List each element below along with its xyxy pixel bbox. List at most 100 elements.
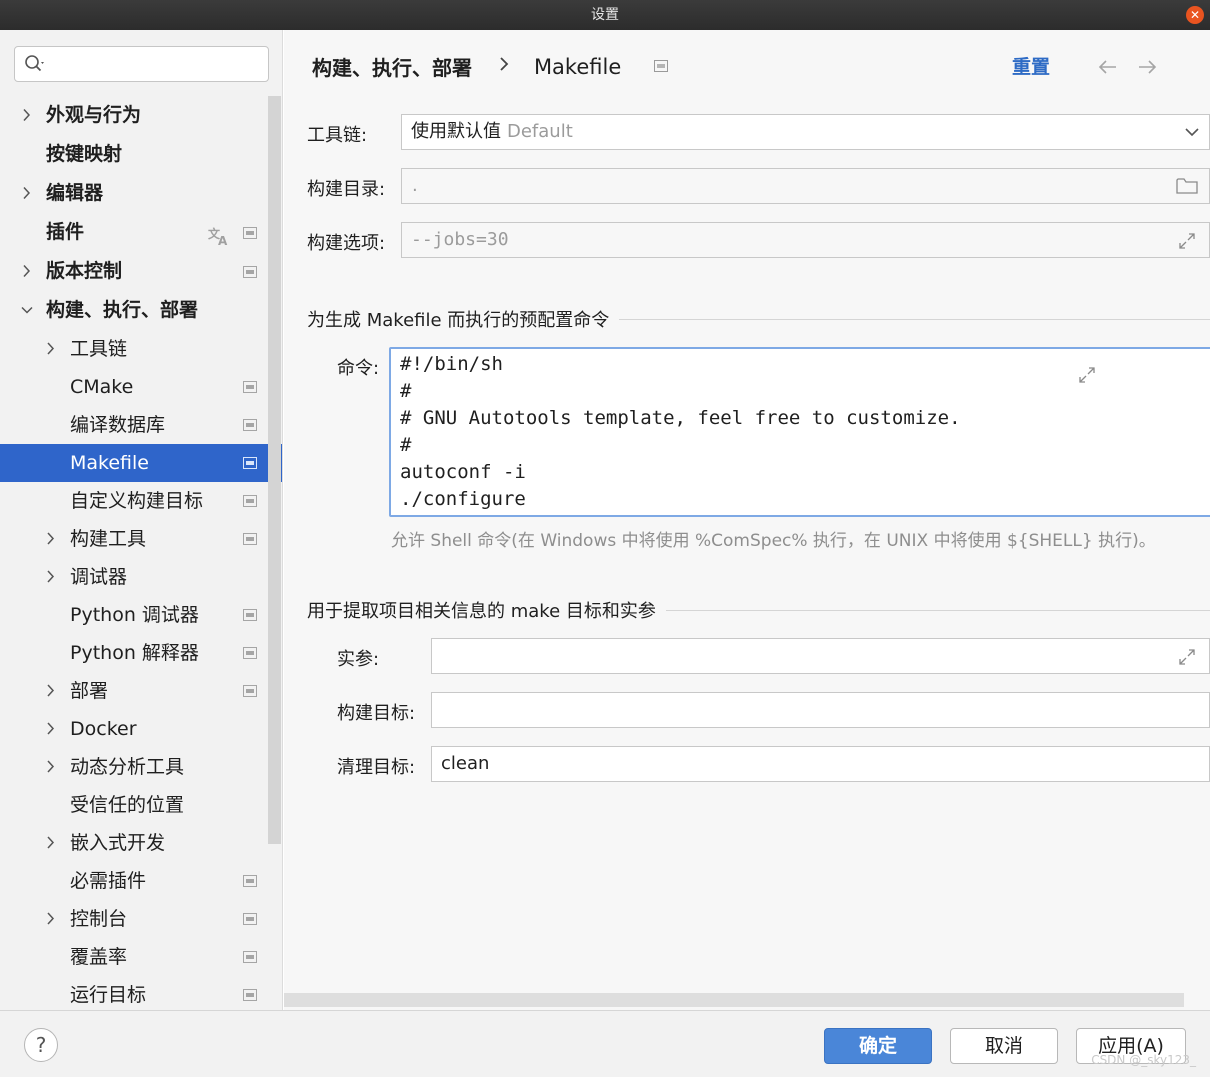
- clean-target-field[interactable]: clean: [431, 746, 1210, 782]
- project-scope-icon: [243, 647, 257, 659]
- back-arrow-icon[interactable]: [1098, 59, 1118, 75]
- help-button[interactable]: ?: [24, 1028, 58, 1062]
- sidebar-item[interactable]: 嵌入式开发: [0, 824, 282, 862]
- build-target-field[interactable]: [431, 692, 1210, 728]
- sidebar-item[interactable]: 覆盖率: [0, 938, 282, 976]
- chevron-right-icon[interactable]: [44, 748, 58, 786]
- command-help-text: 允许 Shell 命令(在 Windows 中将使用 %ComSpec% 执行，…: [391, 531, 1156, 551]
- chevron-down-icon[interactable]: [20, 291, 34, 330]
- sidebar-item[interactable]: 运行目标: [0, 976, 282, 1010]
- chevron-right-icon[interactable]: [44, 900, 58, 938]
- clean-target-value: clean: [441, 753, 490, 774]
- title-bar: 设置 ✕: [0, 0, 1210, 30]
- command-textarea[interactable]: #!/bin/sh # # GNU Autotools template, fe…: [389, 347, 1210, 517]
- chevron-right-icon[interactable]: [44, 558, 58, 596]
- settings-search-input[interactable]: [14, 46, 269, 82]
- sidebar-item[interactable]: 构建工具: [0, 520, 282, 558]
- toolchain-select[interactable]: 使用默认值 Default: [401, 114, 1210, 150]
- sidebar-item[interactable]: 部署: [0, 672, 282, 710]
- project-scope-icon: [654, 60, 669, 72]
- preconfigure-section-title: 为生成 Makefile 而执行的预配置命令: [307, 306, 620, 332]
- chevron-right-icon[interactable]: [20, 252, 34, 291]
- sidebar-item[interactable]: 控制台: [0, 900, 282, 938]
- chevron-right-icon[interactable]: [20, 174, 34, 213]
- command-line: # GNU Autotools template, feel free to c…: [400, 407, 961, 429]
- toolchain-value: 使用默认值: [411, 121, 501, 142]
- sidebar-item[interactable]: 按键映射: [0, 135, 282, 174]
- dialog-footer: ? 确定 取消 应用(A) CSDN @_sky123_: [0, 1010, 1210, 1077]
- chevron-right-icon[interactable]: [44, 710, 58, 748]
- build-dir-label: 构建目录:: [307, 179, 386, 200]
- chevron-right-icon[interactable]: [44, 824, 58, 862]
- sidebar-item-label: 编译数据库: [70, 414, 166, 436]
- sidebar-item[interactable]: Docker: [0, 710, 282, 748]
- sidebar-item-label: Python 调试器: [70, 604, 199, 626]
- sidebar-item[interactable]: 受信任的位置: [0, 786, 282, 824]
- sidebar-scrollbar[interactable]: [268, 96, 281, 844]
- sidebar-item-label: 覆盖率: [70, 946, 128, 968]
- sidebar-item[interactable]: 外观与行为: [0, 96, 282, 135]
- sidebar-item-label: Makefile: [70, 452, 149, 474]
- breadcrumb-parent[interactable]: 构建、执行、部署: [312, 52, 472, 81]
- chevron-right-icon[interactable]: [44, 520, 58, 558]
- sidebar-item[interactable]: 编译数据库: [0, 406, 282, 444]
- command-line: #!/bin/sh: [400, 353, 503, 375]
- project-scope-icon: [243, 913, 257, 925]
- args-field[interactable]: [431, 638, 1210, 674]
- sidebar-item[interactable]: 必需插件: [0, 862, 282, 900]
- sidebar-item-label: 受信任的位置: [70, 794, 185, 816]
- reset-link[interactable]: 重置: [1012, 52, 1050, 79]
- window-title: 设置: [591, 7, 619, 23]
- breadcrumb: 构建、执行、部署 Makefile: [312, 52, 669, 81]
- expand-icon[interactable]: [1077, 365, 1097, 385]
- sidebar-item[interactable]: 编辑器: [0, 174, 282, 213]
- close-window-button[interactable]: ✕: [1186, 6, 1204, 24]
- args-label: 实参:: [337, 649, 380, 670]
- sidebar-item[interactable]: 插件 文 A: [0, 213, 282, 252]
- chevron-right-icon[interactable]: [44, 330, 58, 368]
- content-horizontal-scrollbar[interactable]: [284, 993, 1184, 1007]
- forward-arrow-icon[interactable]: [1137, 59, 1157, 75]
- project-scope-icon: [243, 265, 257, 278]
- sidebar-item[interactable]: Python 调试器: [0, 596, 282, 634]
- settings-tree: 外观与行为 按键映射 编辑器 插件 文 A 版本控制构建、执行、部署工具链 CMake 编译数据…: [0, 96, 282, 1010]
- command-line: #: [400, 380, 412, 402]
- sidebar-item-label: 嵌入式开发: [70, 832, 166, 854]
- sidebar-item[interactable]: 动态分析工具: [0, 748, 282, 786]
- sidebar-item-label: CMake: [70, 376, 134, 398]
- sidebar-item[interactable]: Makefile: [0, 444, 282, 482]
- toolchain-label: 工具链:: [307, 125, 368, 146]
- sidebar-item[interactable]: CMake: [0, 368, 282, 406]
- sidebar-item[interactable]: 自定义构建目标: [0, 482, 282, 520]
- sidebar-item-label: 调试器: [70, 566, 128, 588]
- chevron-right-icon: [500, 57, 509, 71]
- chevron-right-icon[interactable]: [20, 96, 34, 135]
- folder-icon[interactable]: [1176, 177, 1198, 195]
- sidebar-item-label: 控制台: [70, 908, 128, 930]
- settings-content: 构建、执行、部署 Makefile 重置 工具链: 使用默认值 Default 构…: [284, 30, 1210, 1010]
- project-scope-icon: [243, 685, 257, 697]
- sidebar-item-label: 构建、执行、部署: [46, 299, 199, 321]
- project-scope-icon: [243, 226, 257, 239]
- sidebar-item[interactable]: 调试器: [0, 558, 282, 596]
- build-options-placeholder: --jobs=30: [411, 229, 509, 250]
- build-options-label: 构建选项:: [307, 233, 386, 254]
- sidebar-item[interactable]: Python 解释器: [0, 634, 282, 672]
- cancel-button[interactable]: 取消: [950, 1028, 1058, 1064]
- sidebar-item[interactable]: 工具链: [0, 330, 282, 368]
- toolchain-hint: Default: [507, 121, 573, 142]
- ok-button[interactable]: 确定: [824, 1028, 932, 1064]
- build-dir-field[interactable]: .: [401, 168, 1210, 204]
- project-scope-icon: [243, 875, 257, 887]
- sidebar-item-label: 版本控制: [46, 260, 123, 282]
- command-label: 命令:: [337, 358, 380, 379]
- expand-icon[interactable]: [1177, 231, 1197, 251]
- project-scope-icon: [243, 495, 257, 507]
- build-options-field[interactable]: --jobs=30: [401, 222, 1210, 258]
- sidebar-item[interactable]: 版本控制: [0, 252, 282, 291]
- sidebar-item[interactable]: 构建、执行、部署: [0, 291, 282, 330]
- chevron-right-icon[interactable]: [44, 672, 58, 710]
- command-line: #: [400, 434, 412, 456]
- chevron-down-icon: [1185, 128, 1199, 137]
- expand-icon[interactable]: [1177, 647, 1197, 667]
